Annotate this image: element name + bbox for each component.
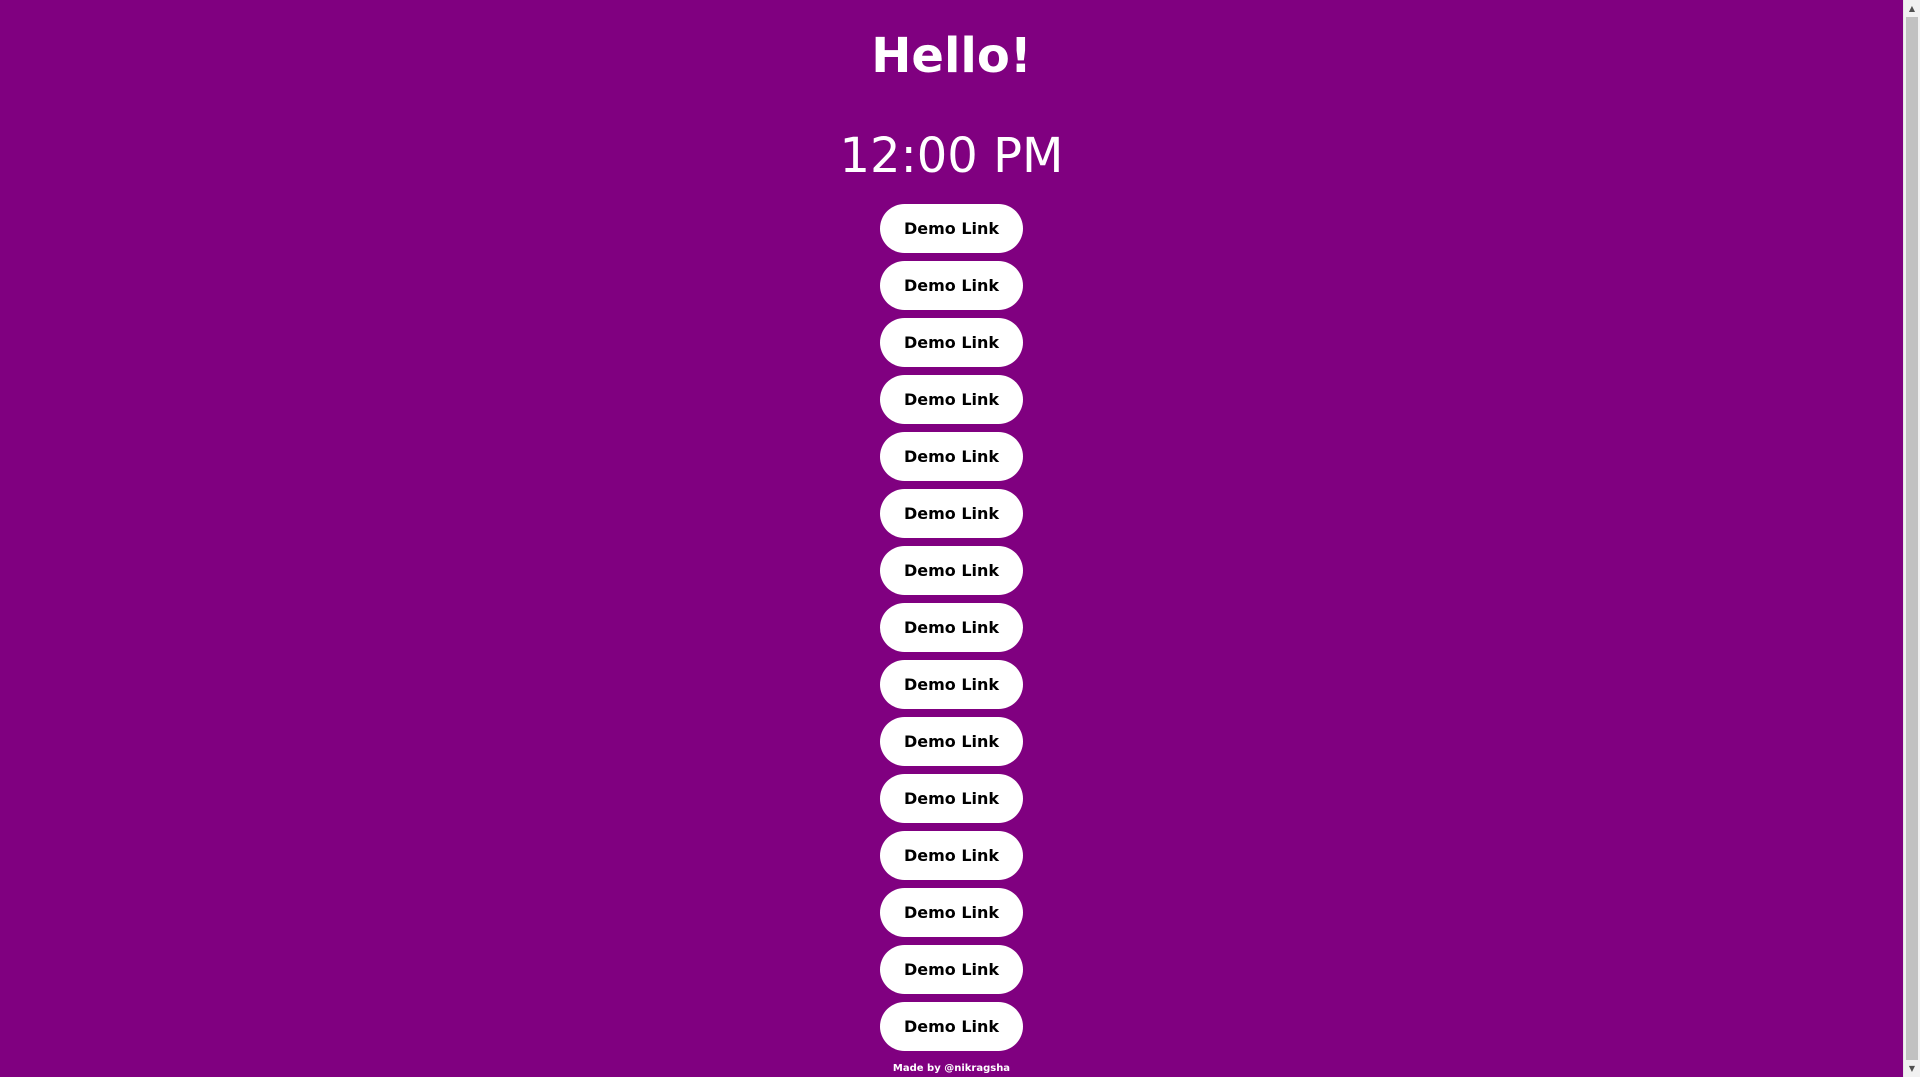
demo-link-button[interactable]: Demo Link [880, 318, 1023, 367]
demo-link-button[interactable]: Demo Link [880, 831, 1023, 880]
list-item: Demo Link [880, 318, 1023, 367]
list-item: Demo Link [880, 717, 1023, 766]
page: Hello! 12:00 PM Demo Link Demo Link Demo… [0, 0, 1903, 1077]
demo-link-button[interactable]: Demo Link [880, 261, 1023, 310]
triangle-down-icon[interactable]: ▼ [1904, 1060, 1920, 1077]
list-item: Demo Link [880, 660, 1023, 709]
footer-credit: Made by @nikragsha [892, 1063, 1011, 1074]
list-item: Demo Link [880, 204, 1023, 253]
demo-link-button[interactable]: Demo Link [880, 774, 1023, 823]
demo-link-button[interactable]: Demo Link [880, 546, 1023, 595]
demo-link-button[interactable]: Demo Link [880, 888, 1023, 937]
demo-link-button[interactable]: Demo Link [880, 717, 1023, 766]
vertical-scrollbar[interactable]: ▲ ▼ [1903, 0, 1920, 1077]
demo-link-button[interactable]: Demo Link [880, 489, 1023, 538]
link-list: Demo Link Demo Link Demo Link Demo Link … [0, 204, 1903, 1051]
list-item: Demo Link [880, 888, 1023, 937]
list-item: Demo Link [880, 1002, 1023, 1051]
list-item: Demo Link [880, 774, 1023, 823]
list-item: Demo Link [880, 546, 1023, 595]
list-item: Demo Link [880, 831, 1023, 880]
demo-link-button[interactable]: Demo Link [880, 660, 1023, 709]
demo-link-button[interactable]: Demo Link [880, 432, 1023, 481]
list-item: Demo Link [880, 375, 1023, 424]
list-item: Demo Link [880, 945, 1023, 994]
list-item: Demo Link [880, 489, 1023, 538]
scrollbar-thumb[interactable] [1906, 17, 1918, 1060]
demo-link-button[interactable]: Demo Link [880, 375, 1023, 424]
greeting-heading: Hello! [871, 28, 1032, 84]
clock-display: 12:00 PM [839, 128, 1064, 184]
demo-link-button[interactable]: Demo Link [880, 603, 1023, 652]
list-item: Demo Link [880, 603, 1023, 652]
list-item: Demo Link [880, 432, 1023, 481]
demo-link-button[interactable]: Demo Link [880, 945, 1023, 994]
list-item: Demo Link [880, 261, 1023, 310]
triangle-up-icon[interactable]: ▲ [1904, 0, 1920, 17]
demo-link-button[interactable]: Demo Link [880, 204, 1023, 253]
demo-link-button[interactable]: Demo Link [880, 1002, 1023, 1051]
